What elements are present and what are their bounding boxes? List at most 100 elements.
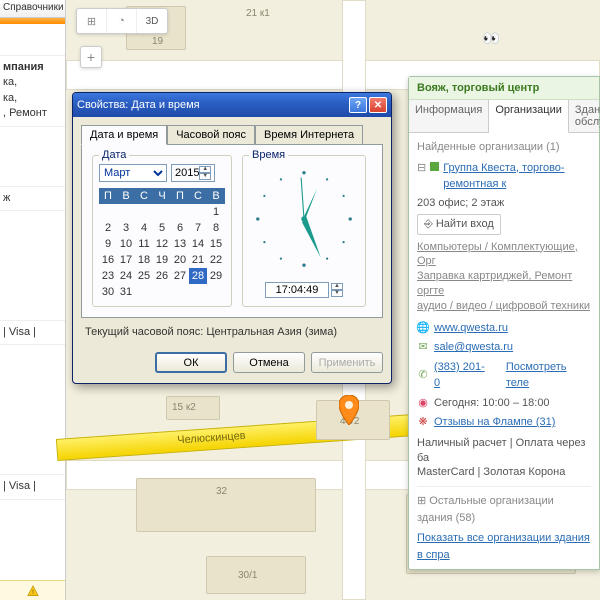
dialog-titlebar[interactable]: Свойства: Дата и время ? ✕ [73, 93, 391, 117]
bld-label: 32 [216, 486, 227, 497]
hours-label: Сегодня: 10:00 – 18:00 [434, 395, 550, 412]
calendar-day[interactable] [171, 204, 189, 220]
calendar-day[interactable] [153, 204, 171, 220]
cancel-button[interactable]: Отмена [233, 352, 305, 373]
calendar-day[interactable] [117, 204, 135, 220]
show-all-link[interactable]: Показать все организации здания в спра [417, 530, 591, 563]
calendar-day[interactable]: 4 [135, 220, 153, 236]
calendar-day[interactable]: 18 [135, 252, 153, 268]
calendar-day[interactable] [135, 284, 153, 300]
website-link[interactable]: www.qwesta.ru [434, 320, 508, 337]
time-input[interactable]: 17:04:49 [265, 282, 329, 298]
calendar-day[interactable]: 5 [153, 220, 171, 236]
email-link[interactable]: sale@qwesta.ru [434, 339, 513, 356]
calendar-day[interactable]: 29 [207, 268, 225, 284]
calendar-day[interactable]: 28 [189, 268, 207, 284]
calendar-day[interactable]: 20 [171, 252, 189, 268]
time-group: Время 17:04:49 ▲▼ [242, 155, 366, 307]
calendar-day[interactable]: 7 [189, 220, 207, 236]
calendar-day[interactable] [171, 284, 189, 300]
sidebar-company-lines: ка, ка, , Ремонт [3, 75, 62, 121]
binoculars-icon: 👀 [483, 30, 500, 47]
calendar-day[interactable]: 12 [153, 236, 171, 252]
sidebar-top-label[interactable]: Справочники [0, 0, 65, 18]
calendar-day[interactable]: 14 [189, 236, 207, 252]
phone-more-link[interactable]: Посмотреть теле [506, 359, 591, 392]
tab-timezone[interactable]: Часовой пояс [167, 125, 255, 144]
tab-service[interactable]: Здание обслуж [569, 100, 600, 132]
year-value[interactable]: 2015 [175, 167, 199, 179]
left-sidebar: Справочники мпания ка, ка, , Ремонт ж | … [0, 0, 66, 600]
calendar-day[interactable]: 2 [99, 220, 117, 236]
time-spinner[interactable]: ▲▼ [331, 283, 343, 297]
calendar-day[interactable]: 23 [99, 268, 117, 284]
calendar-day[interactable]: 16 [99, 252, 117, 268]
ruler-button[interactable]: ⊞ [77, 9, 107, 33]
calendar-day[interactable]: 31 [117, 284, 135, 300]
tab-info[interactable]: Информация [409, 100, 489, 132]
tab-orgs[interactable]: Организации [489, 100, 569, 133]
ok-button[interactable]: ОК [155, 352, 227, 373]
calendar-day[interactable]: 15 [207, 236, 225, 252]
calendar-day[interactable] [153, 284, 171, 300]
calendar-day[interactable]: 25 [135, 268, 153, 284]
org-categories[interactable]: Компьютеры / Комплектующие, Орг Заправка… [417, 240, 591, 314]
sidebar-sale: ж [3, 192, 10, 204]
tab-datetime[interactable]: Дата и время [81, 125, 167, 145]
sidebar-warning-icon[interactable]: ! [0, 580, 65, 600]
calendar[interactable]: ПВСЧПСВ 12345678910111213141516171819202… [99, 188, 225, 300]
calendar-day[interactable] [207, 284, 225, 300]
org-address: 203 офис; 2 этаж [417, 195, 591, 212]
card-tabs: Информация Организации Здание обслуж [409, 100, 599, 133]
year-spinner[interactable]: ▲▼ [199, 166, 211, 180]
calendar-day[interactable]: 24 [117, 268, 135, 284]
calendar-day[interactable] [99, 204, 117, 220]
payment-info: Наличный расчет | Оплата через ба Master… [417, 436, 591, 481]
calendar-day[interactable]: 21 [189, 252, 207, 268]
svg-text:!: ! [32, 588, 34, 595]
analog-clock [249, 164, 359, 274]
datetime-dialog: Свойства: Дата и время ? ✕ Дата и время … [72, 92, 392, 384]
calendar-day[interactable] [189, 284, 207, 300]
phone-link[interactable]: (383) 201-0 [434, 359, 490, 392]
calendar-day[interactable]: 30 [99, 284, 117, 300]
apply-button[interactable]: Применить [311, 352, 383, 373]
calendar-day[interactable]: 3 [117, 220, 135, 236]
help-button[interactable]: ? [349, 97, 367, 113]
3d-button[interactable]: 3D [137, 9, 167, 33]
card-title: Вояж, торговый центр [409, 77, 599, 100]
review-icon: ❋ [417, 416, 429, 428]
calendar-day[interactable]: 19 [153, 252, 171, 268]
tab-internet-time[interactable]: Время Интернета [255, 125, 363, 144]
month-select[interactable]: Март [99, 164, 167, 182]
org-name-link[interactable]: Группа Квеста, торгово-ремонтная к [443, 160, 591, 193]
calendar-day[interactable] [189, 204, 207, 220]
calendar-day[interactable]: 6 [171, 220, 189, 236]
reviews-link[interactable]: Отзывы на Флампе (31) [434, 414, 555, 431]
calendar-day[interactable]: 8 [207, 220, 225, 236]
calendar-day[interactable]: 27 [171, 268, 189, 284]
map-pin-icon[interactable] [339, 395, 359, 425]
calendar-day[interactable]: 1 [207, 204, 225, 220]
calendar-day[interactable]: 9 [99, 236, 117, 252]
street-label: Челюскинцев [177, 430, 246, 447]
calendar-day[interactable]: 22 [207, 252, 225, 268]
other-orgs[interactable]: Остальные организации здания (58) [417, 495, 554, 524]
clock-icon: ◉ [417, 397, 429, 409]
close-button[interactable]: ✕ [369, 97, 387, 113]
calendar-day[interactable]: 13 [171, 236, 189, 252]
calendar-day[interactable]: 11 [135, 236, 153, 252]
find-entrance-button[interactable]: ⎆ Найти вход [417, 214, 501, 235]
org-marker-icon [430, 162, 439, 171]
calendar-day[interactable]: 17 [117, 252, 135, 268]
dialog-title: Свойства: Дата и время [77, 99, 347, 111]
calendar-day[interactable]: 10 [117, 236, 135, 252]
calendar-day[interactable]: 26 [153, 268, 171, 284]
compass-button[interactable]: ◔ [107, 9, 137, 33]
calendar-day[interactable] [135, 204, 153, 220]
mail-icon: ✉ [417, 341, 429, 353]
sidebar-company-header: мпания [3, 60, 62, 75]
bld-label: 21 к1 [246, 8, 270, 19]
zoom-in-button[interactable]: + [80, 46, 102, 68]
bld-label: 30/1 [238, 570, 257, 581]
